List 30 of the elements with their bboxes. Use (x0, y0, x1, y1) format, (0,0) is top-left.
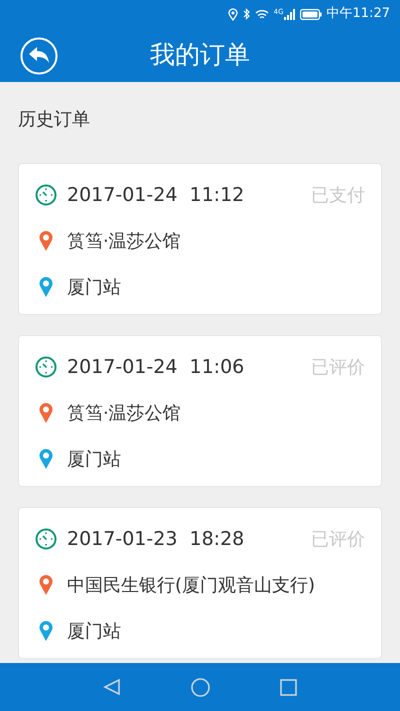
origin-address: 筼筜·温莎公馆 (67, 230, 181, 254)
map-pin-icon (39, 231, 53, 251)
map-pin-icon (39, 277, 53, 297)
page-title: 我的订单 (150, 39, 250, 72)
order-datetime: 2017-01-23 18:28 (67, 526, 244, 552)
map-pin-icon (39, 621, 53, 641)
map-pin-icon (39, 403, 53, 423)
destination-address: 厦门站 (67, 448, 121, 472)
location-icon (228, 8, 238, 20)
origin-address: 中国民生银行(厦门观音山支行) (67, 574, 316, 598)
home-nav-icon[interactable] (191, 678, 210, 696)
clock-time: 中午11:27 (326, 5, 390, 24)
map-pin-icon (39, 449, 53, 469)
section-heading: 历史订单 (18, 108, 90, 132)
map-pin-icon (39, 575, 53, 595)
bluetooth-icon (242, 8, 250, 20)
signal-icon (284, 8, 295, 20)
clock-icon (35, 528, 57, 550)
clock-icon (35, 184, 57, 206)
destination-address: 厦门站 (67, 276, 121, 300)
order-datetime: 2017-01-24 11:12 (67, 182, 244, 208)
recents-nav-icon[interactable] (280, 678, 297, 696)
back-button[interactable] (20, 37, 58, 75)
wifi-icon (254, 8, 269, 20)
order-datetime: 2017-01-24 11:06 (67, 354, 244, 380)
clock-icon (35, 356, 57, 378)
destination-address: 厦门站 (67, 620, 121, 644)
back-nav-icon[interactable] (103, 678, 121, 696)
battery-icon (300, 8, 322, 20)
origin-address: 筼筜·温莎公馆 (67, 402, 181, 426)
